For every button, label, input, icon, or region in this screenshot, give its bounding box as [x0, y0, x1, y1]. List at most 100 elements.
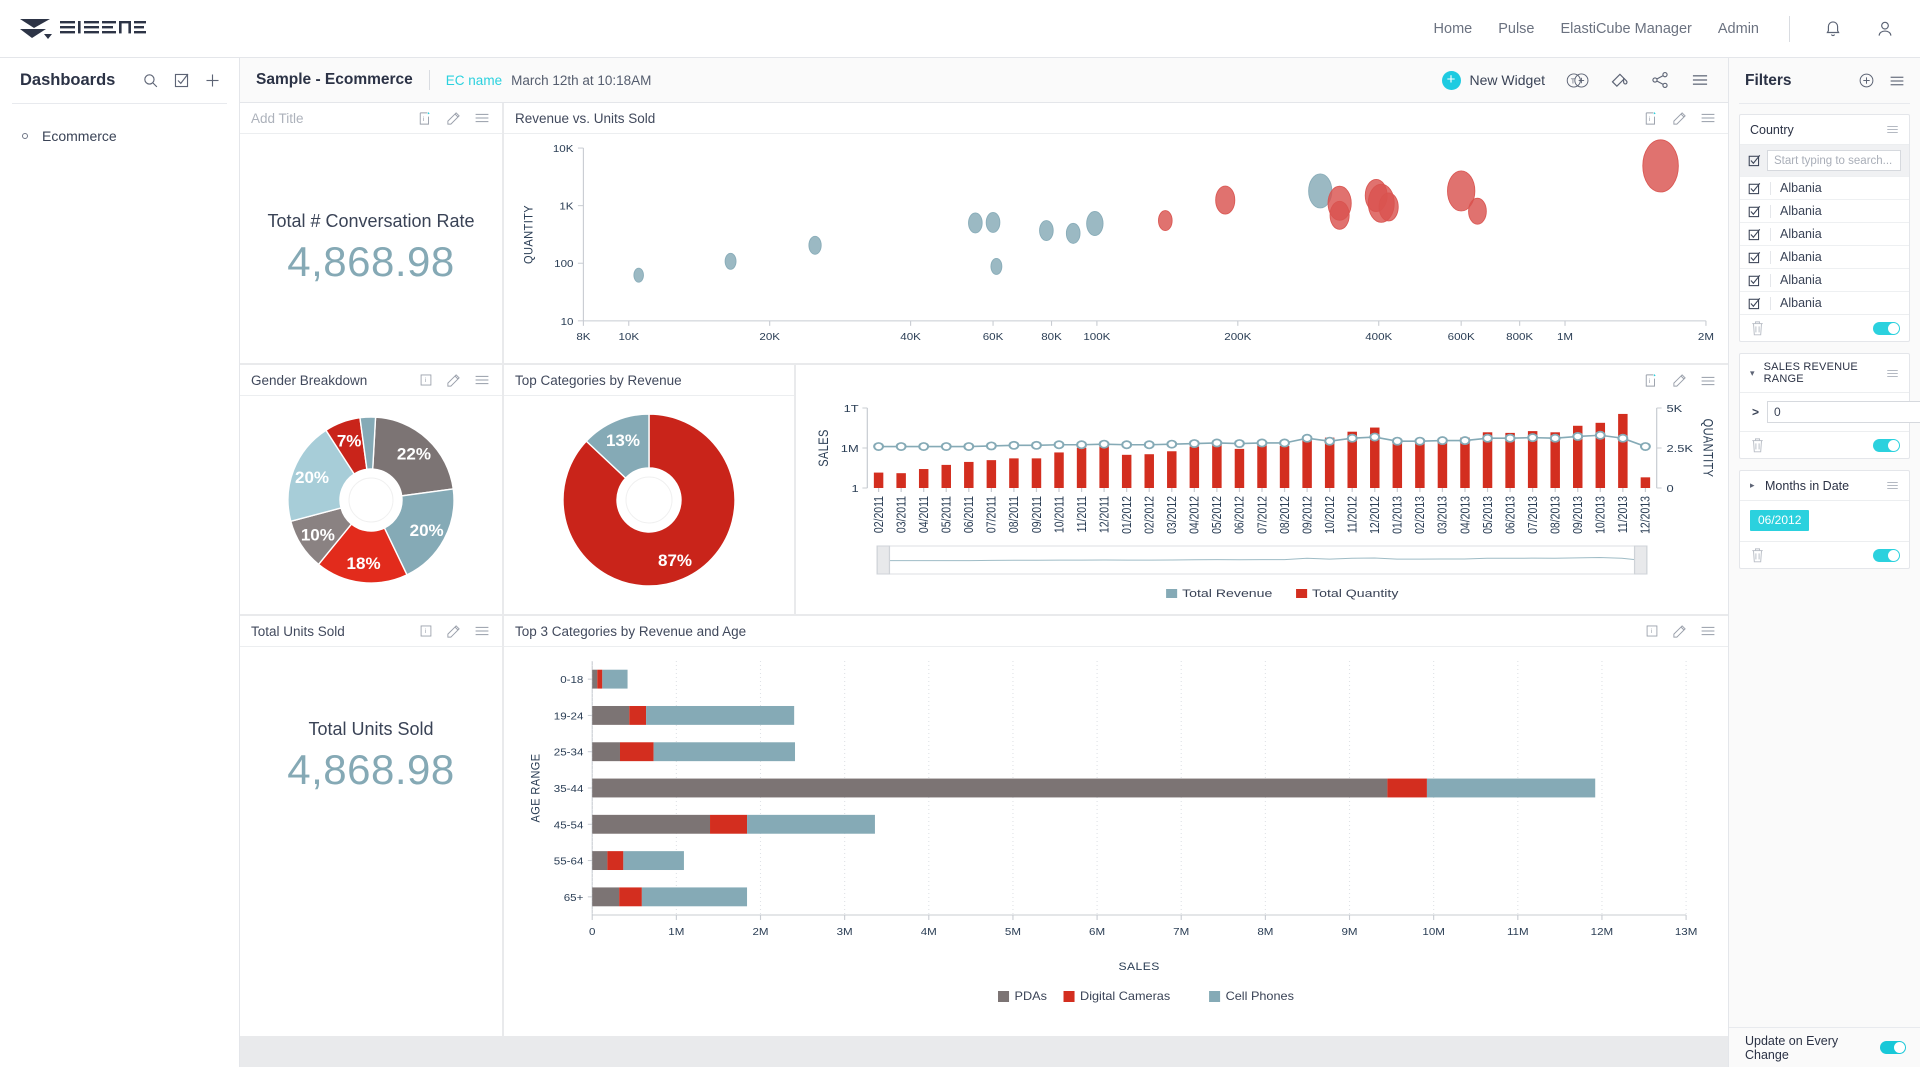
dashboard-menu-icon[interactable]	[1690, 70, 1710, 90]
checkbox-icon[interactable]	[1748, 297, 1761, 310]
edit-icon[interactable]	[1672, 111, 1687, 126]
svg-text:07/2013: 07/2013	[1526, 496, 1540, 534]
filter-menu-icon[interactable]	[1885, 478, 1900, 493]
plus-icon[interactable]	[204, 72, 221, 89]
svg-text:Digital Cameras: Digital Cameras	[1080, 990, 1170, 1003]
filter-value-input[interactable]	[1768, 402, 1920, 422]
widget-menu-icon[interactable]	[474, 623, 490, 639]
svg-text:400K: 400K	[1365, 331, 1393, 342]
filter-enabled-toggle[interactable]	[1873, 439, 1900, 452]
filter-menu-icon[interactable]	[1885, 366, 1900, 381]
svg-text:i: i	[1649, 378, 1651, 385]
bell-icon[interactable]	[1820, 16, 1846, 42]
gender-pie-chart[interactable]: 22%20%18%10%20%7%	[240, 396, 502, 614]
info-icon[interactable]: i	[1644, 373, 1659, 388]
elasticube-name-link[interactable]: EC name	[446, 73, 502, 88]
filter-item-country[interactable]: Albania	[1740, 291, 1909, 314]
svg-text:06/2013: 06/2013	[1503, 496, 1517, 534]
svg-text:05/2013: 05/2013	[1481, 496, 1495, 534]
edit-icon[interactable]	[446, 373, 461, 388]
plus-circle-icon[interactable]	[1858, 72, 1875, 89]
filter-item-label: Albania	[1780, 204, 1822, 218]
select-all-checkbox-icon[interactable]	[1748, 154, 1761, 167]
svg-text:11/2011: 11/2011	[1075, 496, 1089, 532]
filter-menu-icon[interactable]	[1885, 122, 1900, 137]
widget-menu-icon[interactable]	[1700, 623, 1716, 639]
select-icon[interactable]	[173, 72, 190, 89]
widget-body: Total Units Sold 4,868.98	[240, 647, 502, 1036]
svg-text:09/2012: 09/2012	[1300, 496, 1314, 534]
top-categories-donut-chart[interactable]: 87%13%	[504, 396, 794, 614]
filter-item-country[interactable]: Albania	[1740, 176, 1909, 199]
svg-text:QUANTITY: QUANTITY	[522, 205, 536, 264]
indicator: Total Units Sold 4,868.98	[240, 647, 502, 1036]
delete-filter-icon[interactable]	[1750, 320, 1765, 336]
svg-text:2M: 2M	[1698, 331, 1714, 342]
filter-item-country[interactable]: Albania	[1740, 245, 1909, 268]
search-icon[interactable]	[142, 72, 159, 89]
sales-quantity-combo-chart[interactable]: 11M1T02.5K5KSALESQUANTITY02/201103/20110…	[796, 396, 1728, 614]
svg-text:13M: 13M	[1675, 926, 1698, 937]
edit-icon[interactable]	[446, 111, 461, 126]
top3-horizontal-bar-chart[interactable]: 01M2M3M4M5M6M7M8M9M10M11M12M13M0-1819-24…	[504, 647, 1728, 1036]
indicator-label: Total # Conversation Rate	[267, 211, 474, 232]
share-icon[interactable]	[1650, 70, 1670, 90]
widget-menu-icon[interactable]	[1700, 373, 1716, 389]
dashboard-area: Sample - Ecommerce EC name March 12th at…	[240, 58, 1728, 1067]
chevron-right-icon[interactable]: ▸	[1750, 480, 1758, 491]
nav-link-pulse[interactable]: Pulse	[1498, 21, 1534, 37]
add-text-widget-icon[interactable]: T	[1565, 71, 1589, 90]
widget-title[interactable]: Add Title	[251, 111, 304, 126]
checkbox-icon[interactable]	[1748, 228, 1761, 241]
filters-menu-icon[interactable]	[1888, 72, 1906, 90]
info-icon[interactable]: i	[419, 373, 433, 387]
scatter-chart[interactable]: 101001K10K8K10K20K40K60K80K100K200K400K6…	[504, 134, 1728, 363]
widget-body: 101001K10K8K10K20K40K60K80K100K200K400K6…	[504, 134, 1728, 363]
nav-link-elasticube-manager[interactable]: ElastiCube Manager	[1561, 21, 1692, 37]
delete-filter-icon[interactable]	[1750, 437, 1765, 453]
selected-month-chip[interactable]: 06/2012	[1750, 510, 1809, 531]
filter-item-country[interactable]: Albania	[1740, 268, 1909, 291]
checkbox-icon[interactable]	[1748, 182, 1761, 195]
info-icon[interactable]: i	[418, 111, 433, 126]
user-icon[interactable]	[1872, 16, 1898, 42]
info-icon[interactable]: i	[419, 624, 433, 638]
svg-text:02/2011: 02/2011	[872, 496, 886, 533]
widget-top3-categories-by-age: Top 3 Categories by Revenue and Age i	[504, 616, 1728, 1036]
svg-text:0-18: 0-18	[560, 675, 583, 686]
sisense-logo[interactable]	[18, 16, 146, 42]
checkbox-icon[interactable]	[1748, 274, 1761, 287]
edit-icon[interactable]	[1672, 373, 1687, 388]
nav-link-admin[interactable]: Admin	[1718, 21, 1759, 37]
filter-paint-icon[interactable]	[1609, 70, 1630, 91]
filter-enabled-toggle[interactable]	[1873, 549, 1900, 562]
widget-menu-icon[interactable]	[474, 110, 490, 126]
indicator-value: 4,868.98	[287, 238, 455, 286]
filter-enabled-toggle[interactable]	[1873, 322, 1900, 335]
checkbox-icon[interactable]	[1748, 251, 1761, 264]
app-body: Dashboards	[0, 58, 1920, 1067]
dashboard-list: Ecommerce	[0, 104, 239, 150]
chevron-down-icon[interactable]: ▾	[1750, 368, 1757, 379]
info-icon[interactable]: i	[1644, 111, 1659, 126]
svg-text:1K: 1K	[559, 201, 574, 212]
widget-title: Top 3 Categories by Revenue and Age	[515, 624, 746, 639]
new-widget-button[interactable]: + New Widget	[1442, 71, 1545, 90]
edit-icon[interactable]	[1672, 624, 1687, 639]
svg-text:13%: 13%	[606, 431, 640, 450]
dashboard-title: Sample - Ecommerce	[256, 71, 413, 89]
widget-menu-icon[interactable]	[1700, 110, 1716, 126]
filter-item-country[interactable]: Albania	[1740, 222, 1909, 245]
filter-search-input[interactable]	[1767, 150, 1901, 171]
edit-icon[interactable]	[446, 624, 461, 639]
row-divider	[1770, 251, 1771, 264]
checkbox-icon[interactable]	[1748, 205, 1761, 218]
sidebar-item-ecommerce[interactable]: Ecommerce	[0, 122, 239, 150]
filter-item-country[interactable]: Albania	[1740, 199, 1909, 222]
nav-link-home[interactable]: Home	[1434, 21, 1473, 37]
info-icon[interactable]: i	[1645, 624, 1659, 638]
widget-row-1: Add Title i	[240, 103, 1728, 363]
widget-menu-icon[interactable]	[474, 372, 490, 388]
update-on-every-change-toggle[interactable]	[1880, 1041, 1906, 1054]
delete-filter-icon[interactable]	[1750, 547, 1765, 563]
